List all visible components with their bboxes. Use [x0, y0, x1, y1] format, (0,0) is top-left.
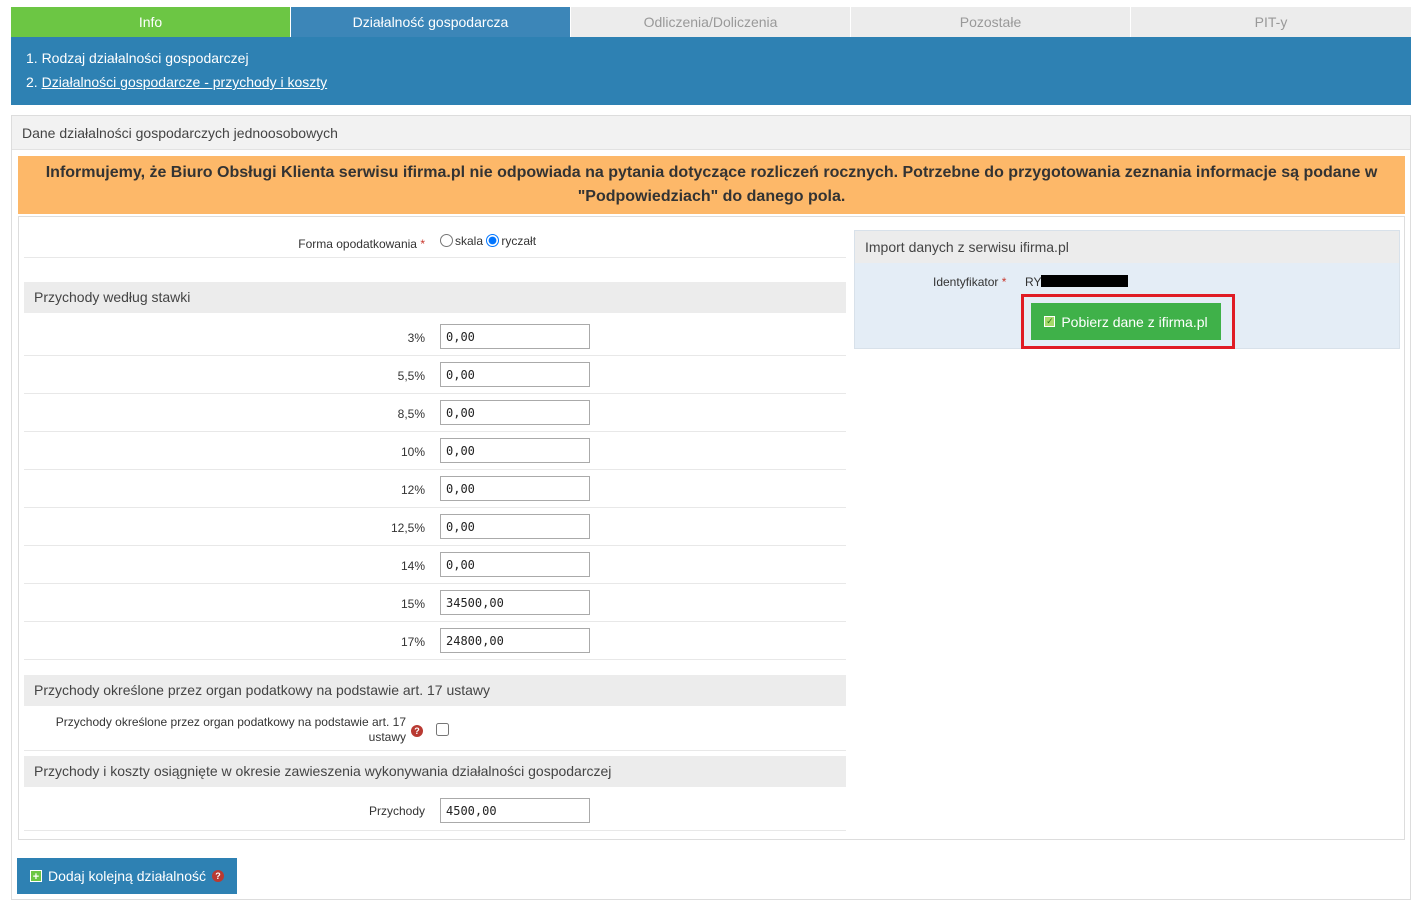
add-activity-button[interactable]: + Dodaj kolejną działalność ?: [17, 858, 237, 894]
rate-label: 17%: [400, 635, 425, 649]
rate-input[interactable]: [440, 438, 590, 463]
highlight-frame: ✓ Pobierz dane z ifirma.pl: [1021, 294, 1235, 349]
rate-label: 12%: [400, 483, 425, 497]
tab-pit[interactable]: PIT-y: [1131, 7, 1411, 37]
rate-row: 17%: [24, 622, 846, 660]
add-activity-label: Dodaj kolejną działalność: [48, 868, 206, 884]
checkbox-icon: ✓: [1044, 316, 1056, 327]
radio-skala-label: skala: [455, 234, 484, 248]
rate-row: 12%: [24, 470, 846, 508]
identifier-label: Identyfikator *: [933, 275, 1007, 289]
art17-row: Przychody określone przez organ podatkow…: [24, 709, 846, 751]
radio-skala[interactable]: [440, 234, 453, 247]
step-2: 2. Działalności gospodarcze - przychody …: [26, 73, 1411, 97]
required-mark: *: [420, 237, 425, 251]
rate-input[interactable]: [440, 552, 590, 577]
taxation-row: Forma opodatkowania * skala ryczałt: [24, 230, 846, 258]
help-icon[interactable]: ?: [212, 870, 224, 882]
art17-section-header: Przychody określone przez organ podatkow…: [24, 675, 846, 706]
import-box: Import danych z serwisu ifirma.pl Identy…: [854, 230, 1400, 349]
rates-section-header: Przychody według stawki: [24, 282, 846, 313]
rate-input[interactable]: [440, 628, 590, 653]
rate-input[interactable]: [440, 362, 590, 387]
revenue-label: Przychody: [368, 804, 425, 818]
import-title: Import danych z serwisu ifirma.pl: [855, 231, 1399, 263]
rate-input[interactable]: [440, 514, 590, 539]
rate-label: 8,5%: [397, 407, 425, 421]
step-2-link[interactable]: Działalności gospodarcze - przychody i k…: [42, 74, 328, 90]
fetch-data-button[interactable]: ✓ Pobierz dane z ifirma.pl: [1031, 303, 1221, 340]
step-1[interactable]: 1. Rodzaj działalności gospodarczej: [26, 49, 1411, 73]
tab-info[interactable]: Info: [11, 7, 291, 37]
rate-label: 15%: [400, 597, 425, 611]
info-notice: Informujemy, że Biuro Obsługi Klienta se…: [18, 156, 1405, 214]
rate-input[interactable]: [440, 400, 590, 425]
step-2-prefix: 2.: [26, 74, 42, 90]
rate-input[interactable]: [440, 324, 590, 349]
rate-label: 14%: [400, 559, 425, 573]
rate-label: 10%: [400, 445, 425, 459]
tab-deductions[interactable]: Odliczenia/Doliczenia: [571, 7, 851, 37]
rate-input[interactable]: [440, 590, 590, 615]
art17-label: Przychody określone przez organ podatkow…: [55, 715, 406, 744]
rate-label: 12,5%: [390, 521, 425, 535]
rate-row: 14%: [24, 546, 846, 584]
taxation-label: Forma opodatkowania *: [298, 237, 425, 251]
radio-ryczalt-label: ryczałt: [501, 234, 537, 248]
plus-icon: +: [30, 870, 42, 883]
tab-bar: Info Działalność gospodarcza Odliczenia/…: [11, 7, 1411, 37]
main-panel: Dane działalności gospodarczych jednooso…: [11, 115, 1411, 900]
panel-title: Dane działalności gospodarczych jednooso…: [12, 116, 1410, 150]
rate-label: 3%: [407, 331, 425, 345]
radio-ryczalt[interactable]: [486, 234, 500, 247]
rate-row: 8,5%: [24, 394, 846, 432]
rate-row: 3%: [24, 318, 846, 356]
rate-row: 15%: [24, 584, 846, 622]
tab-business-activity[interactable]: Działalność gospodarcza: [291, 7, 571, 37]
revenue-row: Przychody: [24, 791, 846, 831]
fetch-data-label: Pobierz dane z ifirma.pl: [1061, 313, 1208, 330]
rate-label: 5,5%: [397, 369, 425, 383]
revenue-input[interactable]: [440, 798, 590, 823]
tab-other[interactable]: Pozostałe: [851, 7, 1131, 37]
rate-row: 5,5%: [24, 356, 846, 394]
suspension-section-header: Przychody i koszty osiągnięte w okresie …: [24, 756, 846, 787]
redacted-block: [1041, 275, 1129, 287]
rate-input[interactable]: [440, 476, 590, 501]
rate-row: 12,5%: [24, 508, 846, 546]
rate-row: 10%: [24, 432, 846, 470]
steps-bar: 1. Rodzaj działalności gospodarczej 2. D…: [11, 37, 1411, 105]
taxation-radio-group: skala ryczałt: [440, 234, 536, 248]
form-area: Forma opodatkowania * skala ryczałt Przy…: [18, 216, 1405, 840]
identifier-value: RY: [1025, 275, 1129, 289]
help-icon[interactable]: ?: [411, 725, 423, 737]
art17-checkbox[interactable]: [436, 723, 449, 736]
